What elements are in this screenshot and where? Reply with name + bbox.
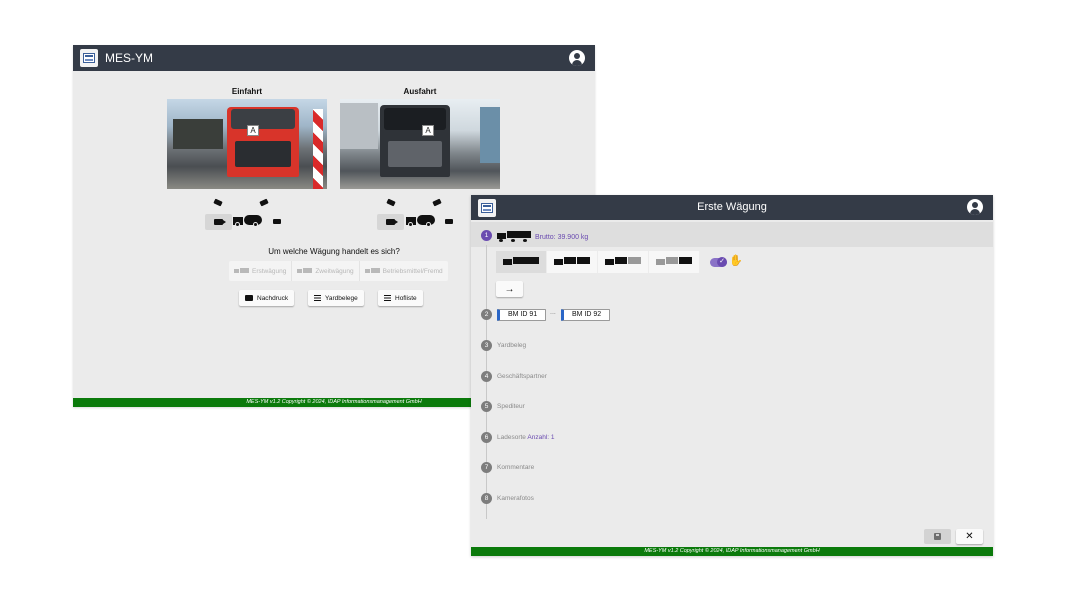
vehicle-option-2[interactable] (547, 251, 598, 273)
step-camera-photos[interactable]: Kamerafotos (497, 495, 534, 502)
copyright-footer: MES-YM v1.2 Copyright © 2024, IDAP Infor… (471, 547, 993, 556)
vehicle-type-options (496, 251, 700, 273)
vehicle-option-4[interactable] (649, 251, 700, 273)
exit-camera-title: Ausfahrt (403, 87, 437, 96)
entry-sensor-right-icon (259, 198, 269, 207)
reprint-button[interactable]: Nachdruck (239, 290, 295, 306)
save-icon (934, 533, 941, 540)
list-icon (314, 295, 321, 301)
step-business-partner[interactable]: Geschäftspartner (497, 373, 547, 380)
step-4-number: 4 (481, 371, 492, 382)
app-bar: MES-YM (73, 45, 595, 71)
entry-camera-button[interactable] (205, 214, 232, 230)
entry-camera-photo: A (167, 99, 327, 189)
exit-camera-photo: A (340, 99, 500, 189)
first-weighing-button[interactable]: Erstwägung (229, 261, 293, 281)
exit-camera-button[interactable] (377, 214, 404, 230)
entry-camera-title: Einfahrt (231, 87, 263, 96)
load-count: Anzahl: 1 (527, 434, 555, 441)
step-2-number: 2 (481, 309, 492, 320)
app-title: MES-YM (105, 51, 153, 65)
entry-sensor-front-icon (273, 219, 281, 224)
operating-resource-button[interactable]: Betriebsmittel/Fremd (360, 261, 448, 281)
second-weighing-label: Zweitwägung (315, 267, 354, 275)
step-6-number: 6 (481, 432, 492, 443)
hand-icon: ✋ (729, 255, 743, 267)
step-load-type-label: Ladesorte (497, 434, 526, 441)
truck-trailer-icon (656, 257, 692, 267)
list-icon (384, 295, 391, 301)
truck-icon (364, 268, 380, 274)
app-bar: Erste Wägung (471, 195, 993, 220)
truck-icon (234, 268, 249, 274)
entry-plate-label: A (247, 125, 259, 136)
operating-resource-label: Betriebsmittel/Fremd (382, 267, 443, 275)
yard-list-label: Hofliste (395, 294, 417, 302)
truck-trailer-icon (503, 257, 539, 267)
reprint-label: Nachdruck (257, 294, 289, 302)
close-icon: ✕ (965, 531, 974, 542)
video-camera-icon (386, 219, 398, 225)
first-weighing-window: Erste Wägung 1 Brutto: 39.900 kg ✓ ✋ → 2… (471, 195, 993, 556)
exit-truck-icon (406, 213, 436, 227)
gross-weight-label: Brutto: 39.900 kg (535, 234, 589, 241)
first-weighing-label: Erstwägung (252, 267, 287, 275)
step-3-number: 3 (481, 340, 492, 351)
entry-truck-icon (233, 213, 263, 227)
vehicle-option-1[interactable] (496, 251, 547, 273)
manual-toggle[interactable] (710, 257, 727, 267)
step-5-number: 5 (481, 401, 492, 412)
bm-id-chip[interactable]: BM ID 92 (561, 309, 611, 321)
user-account-icon[interactable] (967, 199, 983, 215)
user-account-icon[interactable] (569, 50, 585, 66)
video-camera-icon (214, 219, 226, 225)
step-1-number: 1 (481, 230, 492, 241)
step-forwarder[interactable]: Spediteur (497, 403, 525, 410)
exit-sensor-left-icon (386, 198, 396, 207)
truck-icon (297, 268, 313, 274)
bm-id-chip[interactable]: BM ID 91 (497, 309, 547, 321)
printer-icon (245, 295, 253, 301)
close-button[interactable]: ✕ (956, 529, 983, 544)
bm-id-separator: ... (550, 309, 556, 316)
exit-plate-label: A (422, 125, 434, 136)
exit-sensor-front-icon (445, 219, 453, 224)
app-logo-icon (80, 49, 98, 67)
stepper-connector (486, 245, 487, 519)
entry-sensor-left-icon (213, 198, 223, 207)
yard-documents-button[interactable]: Yardbelege (308, 290, 364, 306)
yard-documents-label: Yardbelege (325, 294, 358, 302)
vehicle-option-3[interactable] (598, 251, 649, 273)
dialog-title: Erste Wägung (697, 201, 767, 213)
yard-list-button[interactable]: Hofliste (378, 290, 423, 306)
step-load-type[interactable]: Ladesorte Anzahl: 1 (497, 434, 554, 441)
next-step-button[interactable]: → (496, 281, 523, 297)
save-button[interactable] (924, 529, 951, 544)
step-7-number: 7 (481, 462, 492, 473)
selected-truck-icon (497, 231, 531, 242)
truck-trailer-icon (605, 257, 641, 267)
exit-sensor-right-icon (432, 198, 442, 207)
truck-trailer-icon (554, 257, 590, 267)
step-comments[interactable]: Kommentare (497, 464, 534, 471)
second-weighing-button[interactable]: Zweitwägung (292, 261, 360, 281)
step-yard-document[interactable]: Yardbeleg (497, 342, 526, 349)
weighing-type-group: Erstwägung Zweitwägung Betriebsmittel/Fr… (229, 261, 448, 281)
step-8-number: 8 (481, 493, 492, 504)
